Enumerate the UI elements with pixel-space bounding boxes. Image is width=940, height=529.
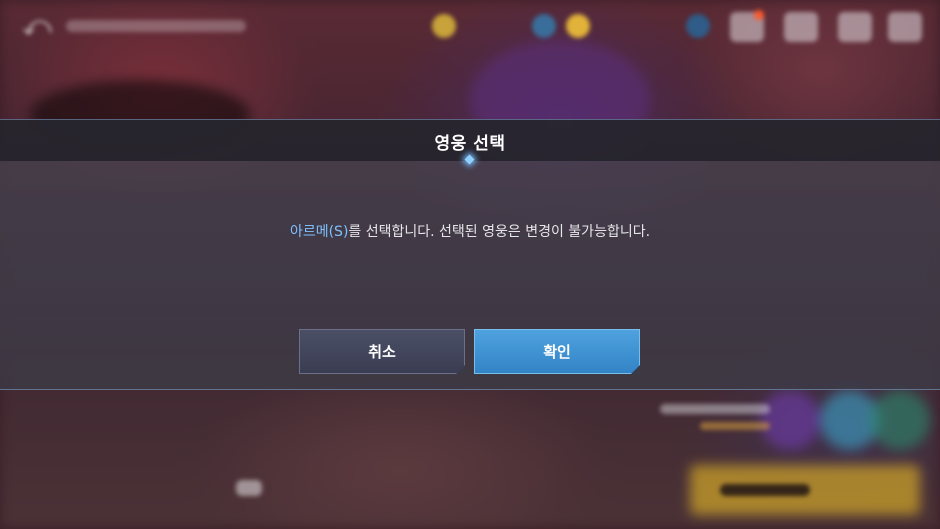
top-hud: ⤺ xyxy=(0,0,940,60)
hud-menu-button xyxy=(888,12,922,42)
cancel-button-label: 취소 xyxy=(368,343,396,361)
corner-notch-icon xyxy=(631,365,640,374)
hud-title-placeholder xyxy=(66,20,246,32)
cancel-button[interactable]: 취소 xyxy=(299,329,465,374)
dialog-message: 아르메(S)를 선택합니다. 선택된 영웅은 변경이 불가능합니다. xyxy=(0,221,940,241)
hud-text-placeholder xyxy=(660,404,770,414)
currency-icon xyxy=(686,14,710,38)
currency-icon xyxy=(566,14,590,38)
confirm-button-label: 확인 xyxy=(543,343,571,361)
hero-select-dialog: 영웅 선택 아르메(S)를 선택합니다. 선택된 영웅은 변경이 불가능합니다.… xyxy=(0,119,940,390)
currency-icon xyxy=(432,14,456,38)
hero-name-highlight: 아르메(S) xyxy=(289,224,349,240)
corner-notch-icon xyxy=(456,365,465,374)
hud-menu-button xyxy=(838,12,872,42)
bottom-hud xyxy=(0,390,940,529)
back-arrow-icon: ⤺ xyxy=(22,9,52,42)
confirm-button[interactable]: 확인 xyxy=(474,329,640,374)
hud-small-button xyxy=(236,480,262,496)
dialog-title: 영웅 선택 xyxy=(434,134,506,154)
notification-badge xyxy=(754,10,764,20)
hud-text-placeholder xyxy=(700,422,770,430)
message-text: 를 선택합니다. 선택된 영웅은 변경이 불가능합니다. xyxy=(348,224,651,240)
currency-icon xyxy=(532,14,556,38)
hud-progress-bar xyxy=(720,484,810,496)
hud-menu-button xyxy=(784,12,818,42)
